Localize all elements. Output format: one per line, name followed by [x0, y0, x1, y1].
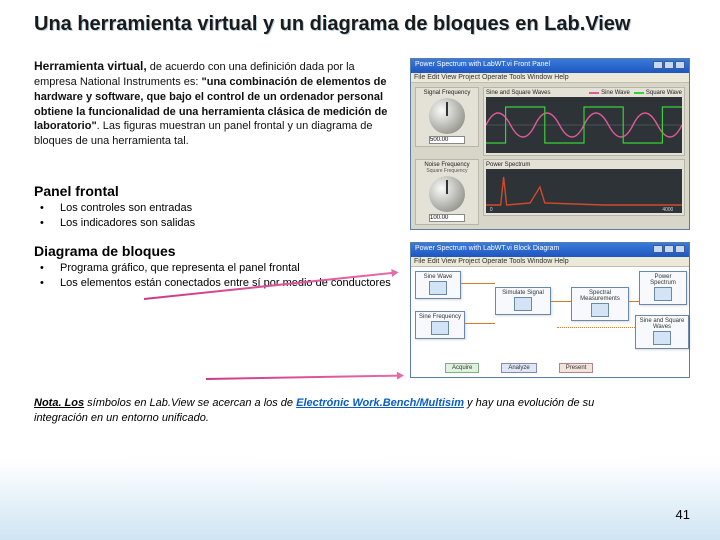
- knob1-label: Signal Frequency: [418, 90, 476, 96]
- block-spectral[interactable]: Spectral Measurements: [571, 287, 629, 321]
- diagrama-heading: Diagrama de bloques: [34, 243, 400, 259]
- text-column: Herramienta virtual, de acuerdo con una …: [34, 58, 400, 390]
- intro-paragraph: Herramienta virtual, de acuerdo con una …: [34, 58, 400, 149]
- diag-b1: Programa gráfico, que representa el pane…: [60, 261, 300, 276]
- note-t1: símbolos en Lab.View se acercan a los de: [84, 397, 296, 409]
- window-menu[interactable]: File Edit View Project Operate Tools Win…: [411, 257, 689, 267]
- page-number: 41: [676, 507, 690, 522]
- plot-spectrum: 0 4000: [486, 169, 682, 213]
- note-link[interactable]: Electrónic Work.Bench/Multisim: [296, 397, 464, 409]
- knob-icon[interactable]: [429, 176, 465, 212]
- block-waves[interactable]: Sine and Square Waves: [635, 315, 689, 349]
- knob1-value[interactable]: [429, 136, 465, 144]
- legend-sine: Sine Wave: [601, 90, 630, 96]
- block-diagram-canvas: Sine Wave Sine Frequency Simulate Signal…: [411, 267, 689, 377]
- panel-frontal-heading: Panel frontal: [34, 183, 400, 199]
- panel-bullets: •Los controles son entradas •Los indicad…: [40, 201, 400, 231]
- svg-text:0: 0: [490, 207, 493, 213]
- block-simulate[interactable]: Simulate Signal: [495, 287, 551, 315]
- lead-text: Herramienta virtual,: [34, 59, 147, 73]
- plot-waveform: [486, 97, 682, 153]
- svg-text:4000: 4000: [662, 207, 673, 213]
- window-titlebar: Power Spectrum with LabWT.vi Front Panel: [411, 59, 689, 73]
- knob-icon[interactable]: [429, 98, 465, 134]
- knob2-sub: Square Frequency: [418, 168, 476, 174]
- slide-title: Una herramienta virtual y un diagrama de…: [34, 12, 690, 36]
- graph-sine-square: Sine and Square Waves Sine Wave Square W…: [483, 87, 685, 156]
- panel-b1: Los controles son entradas: [60, 201, 192, 216]
- window-title: Power Spectrum with LabWT.vi Front Panel: [415, 61, 550, 71]
- tag-present[interactable]: Present: [559, 363, 594, 373]
- note-lead: Nota. Los: [34, 397, 84, 409]
- block-sine[interactable]: Sine Wave: [415, 271, 461, 299]
- window-menu[interactable]: File Edit View Project Operate Tools Win…: [411, 73, 689, 83]
- g1-title: Sine and Square Waves: [486, 90, 550, 96]
- block-power-spectrum[interactable]: Power Spectrum: [639, 271, 687, 305]
- block-sine-freq[interactable]: Sine Frequency: [415, 311, 465, 339]
- legend-square: Square Wave: [646, 90, 682, 96]
- window-buttons[interactable]: [652, 245, 685, 255]
- knob-signal-frequency[interactable]: Signal Frequency: [415, 87, 479, 147]
- window-titlebar: Power Spectrum with LabWT.vi Block Diagr…: [411, 243, 689, 257]
- tag-analyze[interactable]: Analyze: [501, 363, 536, 373]
- knob-noise-frequency[interactable]: Noise Frequency Square Frequency: [415, 159, 479, 225]
- g2-title: Power Spectrum: [486, 162, 530, 168]
- window-title: Power Spectrum with LabWT.vi Block Diagr…: [415, 245, 559, 255]
- panel-b2: Los indicadores son salidas: [60, 216, 195, 231]
- knob2-value[interactable]: [429, 214, 465, 222]
- graph-power-spectrum: Power Spectrum 0 4000: [483, 159, 685, 216]
- labview-block-diagram-window: Power Spectrum with LabWT.vi Block Diagr…: [410, 242, 690, 378]
- labview-front-panel-window: Power Spectrum with LabWT.vi Front Panel…: [410, 58, 690, 230]
- tag-acquire[interactable]: Acquire: [445, 363, 479, 373]
- diag-bullets: •Programa gráfico, que representa el pan…: [40, 261, 400, 291]
- footnote: Nota. Los símbolos en Lab.View se acerca…: [34, 396, 604, 426]
- window-buttons[interactable]: [652, 61, 685, 71]
- figure-column: Power Spectrum with LabWT.vi Front Panel…: [410, 58, 690, 390]
